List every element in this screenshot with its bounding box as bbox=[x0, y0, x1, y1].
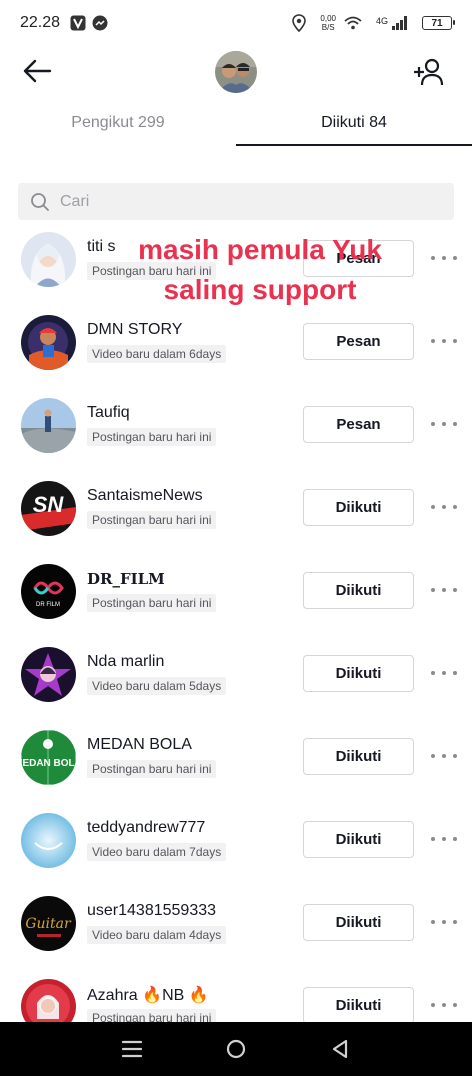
messenger-icon bbox=[92, 15, 108, 31]
list-item[interactable]: Guitar user14381559333 Video baru dalam … bbox=[0, 888, 472, 971]
more-options-icon[interactable] bbox=[431, 916, 457, 928]
more-options-icon[interactable] bbox=[431, 252, 457, 264]
net-speed: 0,00 B/S bbox=[320, 14, 336, 32]
arrow-left-icon bbox=[23, 59, 52, 83]
following-button[interactable]: Diikuti bbox=[303, 821, 414, 858]
avatar-logo-text: MEDAN BOLA bbox=[21, 758, 76, 769]
add-user-icon bbox=[414, 58, 444, 86]
follow-tabs: Pengikut 299 Diikuti 84 bbox=[0, 100, 472, 146]
avatar-logo-text: Guitar bbox=[25, 916, 72, 932]
activity-status: Video baru dalam 4days bbox=[87, 926, 227, 944]
more-options-icon[interactable] bbox=[431, 418, 457, 430]
wifi-icon bbox=[344, 16, 362, 30]
avatar[interactable] bbox=[21, 979, 76, 1022]
status-bar: 22.28 0,00 B/S 4G 71 bbox=[0, 0, 472, 46]
following-button[interactable]: Diikuti bbox=[303, 572, 414, 609]
avatar[interactable]: SN bbox=[21, 481, 76, 536]
following-button[interactable]: Diikuti bbox=[303, 489, 414, 526]
more-options-icon[interactable] bbox=[431, 335, 457, 347]
avatar[interactable] bbox=[21, 813, 76, 868]
home-button[interactable] bbox=[216, 1029, 256, 1069]
activity-status: Postingan baru hari ini bbox=[87, 511, 217, 529]
list-item[interactable]: MEDAN BOLA MEDAN BOLA Postingan baru har… bbox=[0, 722, 472, 805]
menu-button[interactable] bbox=[112, 1029, 152, 1069]
avatar[interactable] bbox=[21, 647, 76, 702]
avatar[interactable]: DR FILM bbox=[21, 564, 76, 619]
system-back-button[interactable] bbox=[320, 1029, 360, 1069]
avatar[interactable] bbox=[21, 398, 76, 453]
status-time: 22.28 bbox=[20, 14, 61, 31]
activity-status: Postingan baru hari ini bbox=[87, 1009, 217, 1022]
list-item[interactable]: Azahra 🔥NB 🔥 Postingan baru hari ini Dii… bbox=[0, 971, 472, 1022]
following-button[interactable]: Diikuti bbox=[303, 655, 414, 692]
battery-icon: 71 bbox=[422, 16, 455, 30]
username[interactable]: Nda marlin bbox=[87, 653, 164, 671]
v-app-icon bbox=[70, 15, 86, 31]
more-options-icon[interactable] bbox=[431, 833, 457, 845]
search-icon bbox=[31, 192, 49, 211]
list-item[interactable]: SN SantaismeNews Postingan baru hari ini… bbox=[0, 473, 472, 556]
following-list: titi s Postingan baru hari ini Pesan DMN… bbox=[0, 224, 472, 1022]
network-type: 4G bbox=[375, 16, 388, 26]
system-nav-bar bbox=[0, 1022, 472, 1076]
activity-status: Postingan baru hari ini bbox=[87, 428, 217, 446]
signal-icon bbox=[392, 16, 408, 30]
avatar-logo-text: SN bbox=[33, 492, 65, 517]
battery-level: 71 bbox=[431, 17, 443, 29]
avatar[interactable] bbox=[21, 315, 76, 370]
avatar[interactable]: Guitar bbox=[21, 896, 76, 951]
list-item[interactable]: titi s Postingan baru hari ini Pesan bbox=[0, 224, 472, 307]
list-item[interactable]: Taufiq Postingan baru hari ini Pesan bbox=[0, 390, 472, 473]
username[interactable]: Azahra 🔥NB 🔥 bbox=[87, 985, 209, 1005]
username[interactable]: user14381559333 bbox=[87, 902, 216, 920]
more-options-icon[interactable] bbox=[431, 667, 457, 679]
location-icon bbox=[292, 14, 307, 32]
list-item[interactable]: DR FILM DR_FILM Postingan baru hari ini … bbox=[0, 556, 472, 639]
username[interactable]: SantaismeNews bbox=[87, 487, 203, 505]
search-input[interactable] bbox=[60, 192, 440, 211]
back-triangle-icon bbox=[332, 1039, 348, 1059]
following-button[interactable]: Diikuti bbox=[303, 738, 414, 775]
list-item[interactable]: DMN STORY Video baru dalam 6days Pesan bbox=[0, 307, 472, 390]
net-speed-value: 0,00 bbox=[320, 14, 336, 23]
message-button[interactable]: Pesan bbox=[303, 240, 414, 277]
more-options-icon[interactable] bbox=[431, 584, 457, 596]
following-button[interactable]: Diikuti bbox=[303, 904, 414, 941]
avatar[interactable] bbox=[21, 232, 76, 287]
home-circle-icon bbox=[226, 1039, 246, 1059]
message-button[interactable]: Pesan bbox=[303, 323, 414, 360]
username[interactable]: DMN STORY bbox=[87, 321, 182, 339]
list-item[interactable]: Nda marlin Video baru dalam 5days Diikut… bbox=[0, 639, 472, 722]
avatar[interactable]: MEDAN BOLA bbox=[21, 730, 76, 785]
activity-status: Video baru dalam 6days bbox=[87, 345, 227, 363]
username[interactable]: MEDAN BOLA bbox=[87, 736, 192, 754]
more-options-icon[interactable] bbox=[431, 999, 457, 1011]
list-item[interactable]: teddyandrew777 Video baru dalam 7days Di… bbox=[0, 805, 472, 888]
username[interactable]: Taufiq bbox=[87, 404, 130, 422]
activity-status: Postingan baru hari ini bbox=[87, 760, 217, 778]
back-button[interactable] bbox=[20, 56, 54, 86]
message-button[interactable]: Pesan bbox=[303, 406, 414, 443]
search-bar[interactable] bbox=[18, 183, 454, 220]
more-options-icon[interactable] bbox=[431, 750, 457, 762]
net-speed-unit: B/S bbox=[321, 23, 335, 32]
menu-icon bbox=[121, 1040, 143, 1058]
activity-status: Postingan baru hari ini bbox=[87, 262, 217, 280]
tab-following[interactable]: Diikuti 84 bbox=[236, 100, 472, 146]
header bbox=[0, 46, 472, 98]
activity-status: Postingan baru hari ini bbox=[87, 594, 217, 612]
following-button[interactable]: Diikuti bbox=[303, 987, 414, 1022]
more-options-icon[interactable] bbox=[431, 501, 457, 513]
activity-status: Video baru dalam 7days bbox=[87, 843, 227, 861]
profile-avatar[interactable] bbox=[215, 51, 257, 93]
username[interactable]: titi s bbox=[87, 238, 115, 256]
add-friend-button[interactable] bbox=[412, 56, 446, 88]
username[interactable]: DR_FILM bbox=[87, 570, 165, 588]
activity-status: Video baru dalam 5days bbox=[87, 677, 227, 695]
avatar-logo-text: DR FILM bbox=[36, 602, 60, 608]
username[interactable]: teddyandrew777 bbox=[87, 819, 205, 837]
tab-followers[interactable]: Pengikut 299 bbox=[0, 100, 236, 146]
